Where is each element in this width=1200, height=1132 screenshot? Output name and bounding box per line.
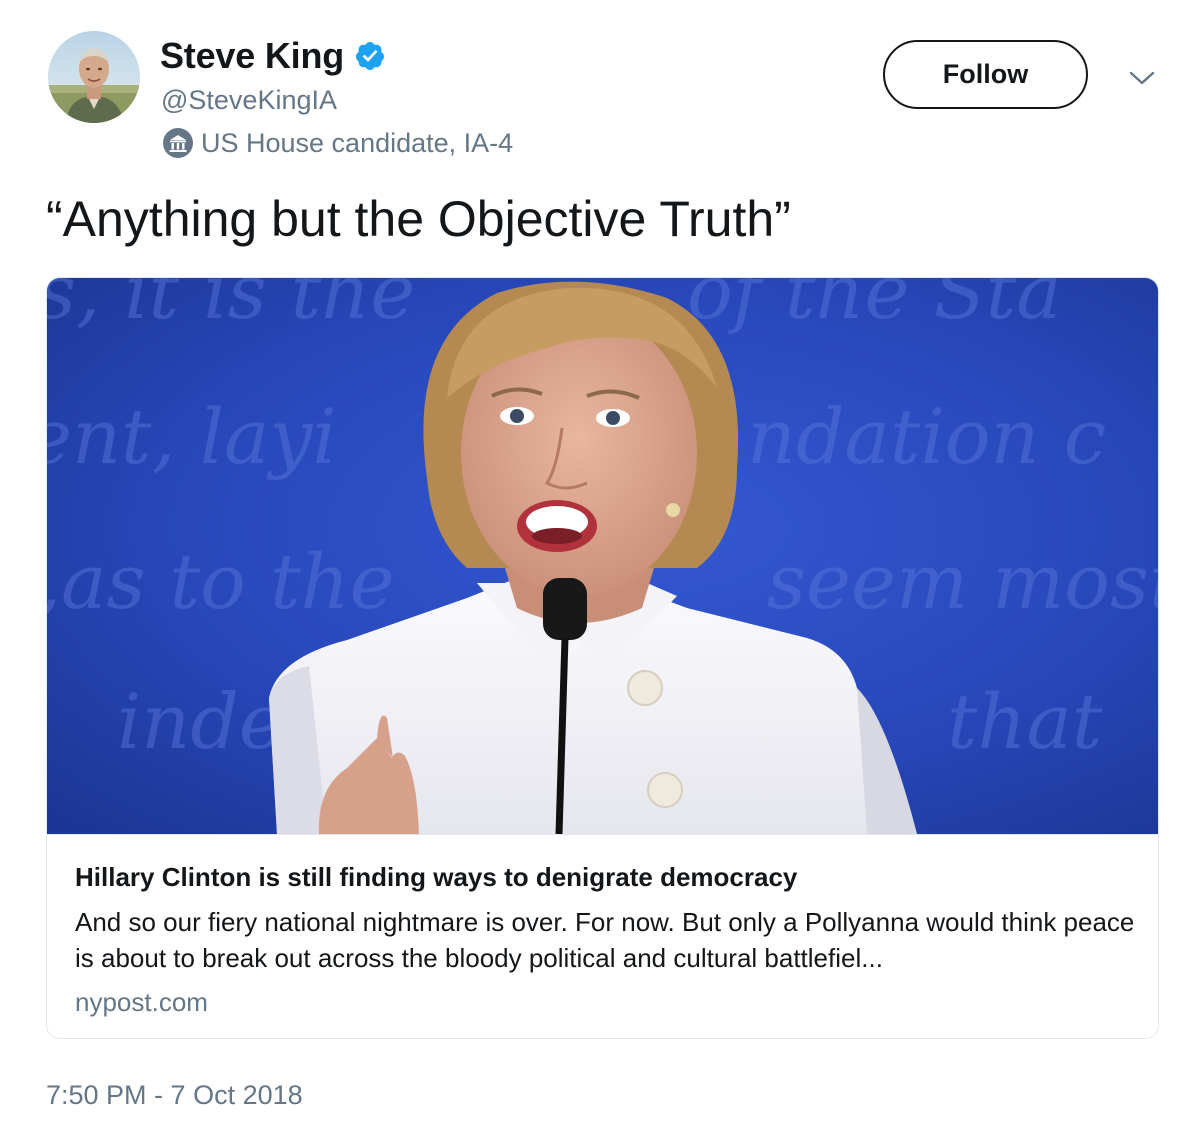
author-handle[interactable]: @SteveKingIA	[161, 85, 337, 116]
card-title[interactable]: Hillary Clinton is still finding ways to…	[75, 862, 797, 893]
tweet-text: “Anything but the Objective Truth”	[46, 191, 791, 247]
link-preview-card[interactable]: s, it is the of the Sta ent, layi ndatio…	[46, 277, 1159, 1039]
card-image[interactable]: s, it is the of the Sta ent, layi ndatio…	[47, 278, 1158, 834]
tweet-timestamp[interactable]: 7:50 PM - 7 Oct 2018	[46, 1080, 303, 1111]
svg-text:of the Sta: of the Sta	[687, 278, 1062, 336]
avatar[interactable]	[48, 31, 140, 123]
card-description: And so our fiery national nightmare is o…	[75, 907, 1135, 973]
government-building-icon	[162, 127, 194, 159]
account-label: US House candidate, IA-4	[201, 127, 514, 158]
svg-text:inde: inde	[117, 677, 284, 766]
chevron-down-icon	[1129, 71, 1155, 85]
svg-text:ent, layi: ent, layi	[47, 392, 337, 481]
svg-text:seem most: seem most	[767, 537, 1158, 626]
card-domain: nypost.com	[75, 987, 208, 1017]
verified-badge-icon	[354, 40, 386, 72]
tweet-container: Steve King @SteveKingIA US House candida…	[0, 0, 1200, 1132]
svg-text:,as to the: ,as to the	[47, 537, 395, 626]
tweet-menu-button[interactable]	[1122, 62, 1162, 94]
svg-text:ndation c: ndation c	[747, 392, 1106, 481]
display-name[interactable]: Steve King	[160, 35, 344, 77]
account-label-row: US House candidate, IA-4	[162, 126, 513, 160]
follow-button[interactable]: Follow	[883, 40, 1088, 109]
card-body[interactable]: Hillary Clinton is still finding ways to…	[47, 834, 1158, 1038]
author-name-row[interactable]: Steve King	[160, 34, 386, 78]
svg-text:that: that	[947, 677, 1103, 766]
svg-text:s, it is the: s, it is the	[47, 278, 415, 336]
